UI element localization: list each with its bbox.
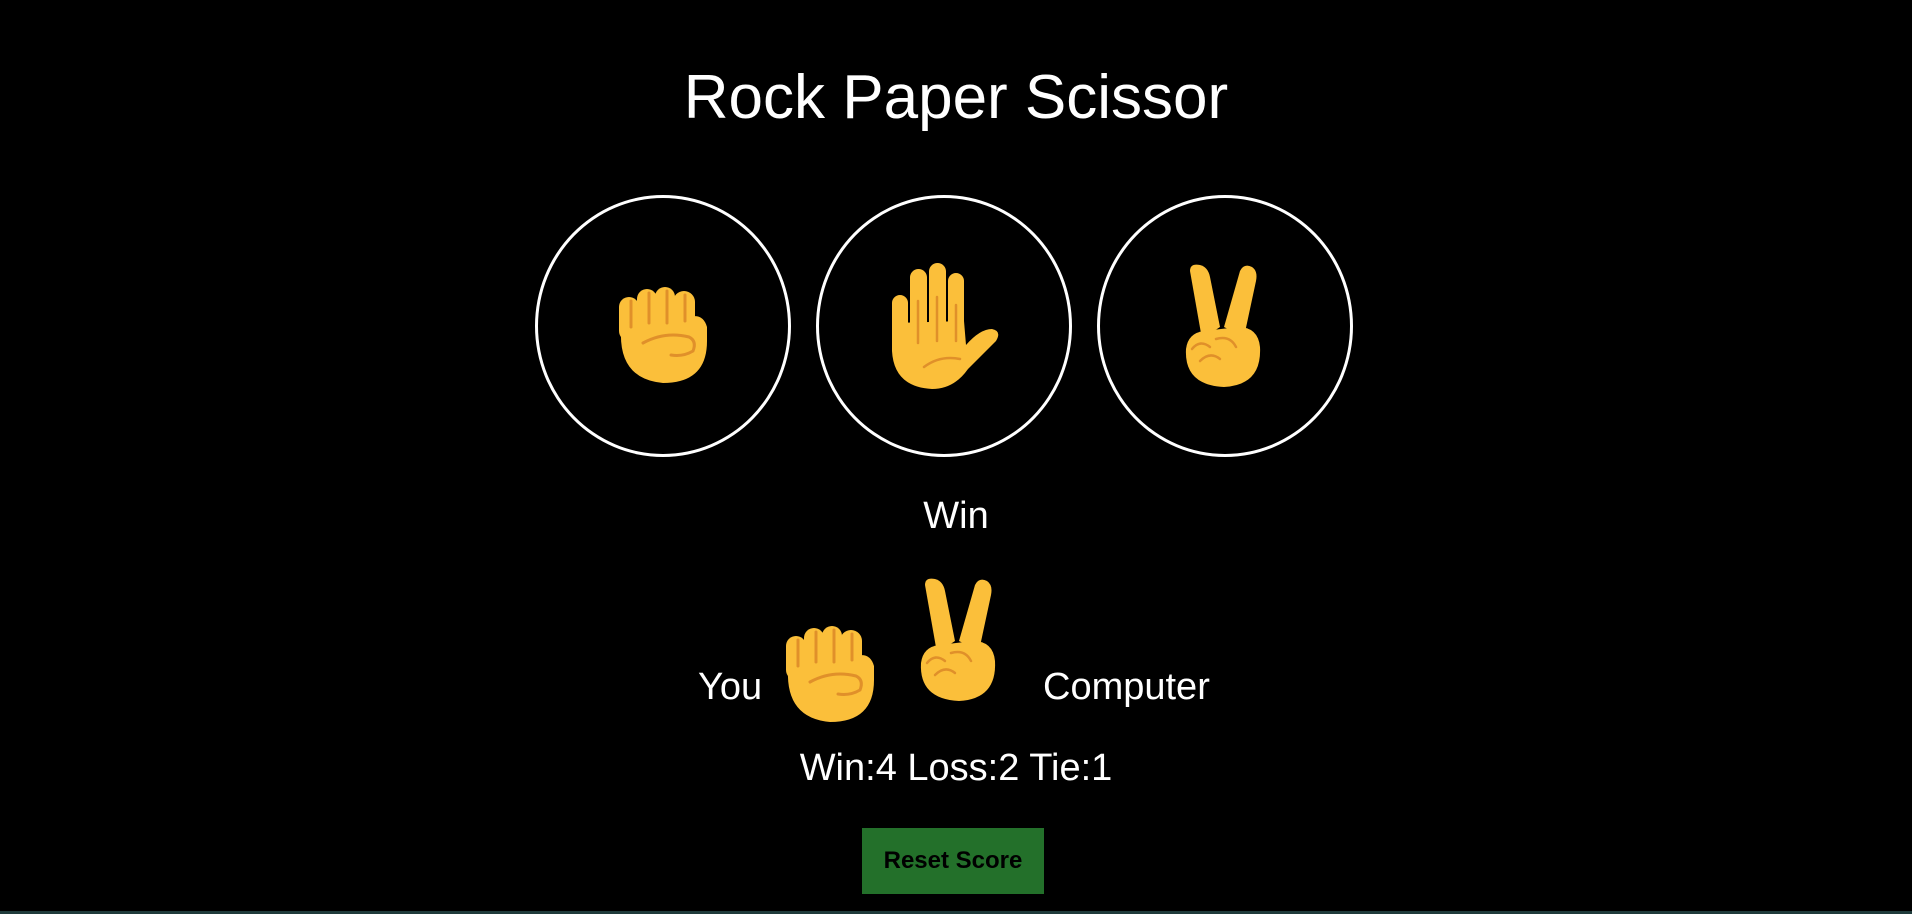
victory-hand-icon — [1180, 261, 1270, 391]
scissors-button[interactable] — [1097, 195, 1353, 457]
choice-buttons — [535, 195, 1353, 457]
reset-score-button[interactable]: Reset Score — [862, 828, 1044, 894]
score-line: Win:4 Loss:2 Tie:1 — [0, 746, 1912, 790]
game-page: Rock Paper Scissor Win You Computer Win:… — [0, 0, 1912, 914]
round-moves: You Computer — [0, 575, 1912, 722]
win-label: Win: — [799, 747, 876, 789]
computer-move-victory-hand-icon — [915, 575, 1005, 705]
tie-count: 1 — [1091, 747, 1113, 789]
win-count: 4 — [875, 747, 897, 789]
paper-button[interactable] — [816, 195, 1072, 457]
page-title: Rock Paper Scissor — [683, 63, 1229, 132]
raised-fist-icon — [613, 261, 713, 391]
loss-label: Loss: — [907, 747, 999, 789]
loss-count: 2 — [998, 747, 1020, 789]
raised-hand-icon — [884, 261, 1004, 391]
tie-label: Tie: — [1029, 747, 1092, 789]
you-label: You — [698, 666, 763, 708]
computer-label: Computer — [1043, 666, 1210, 708]
rock-button[interactable] — [535, 195, 791, 457]
round-result: Win — [923, 495, 989, 537]
player-move-raised-fist-icon — [780, 600, 880, 730]
